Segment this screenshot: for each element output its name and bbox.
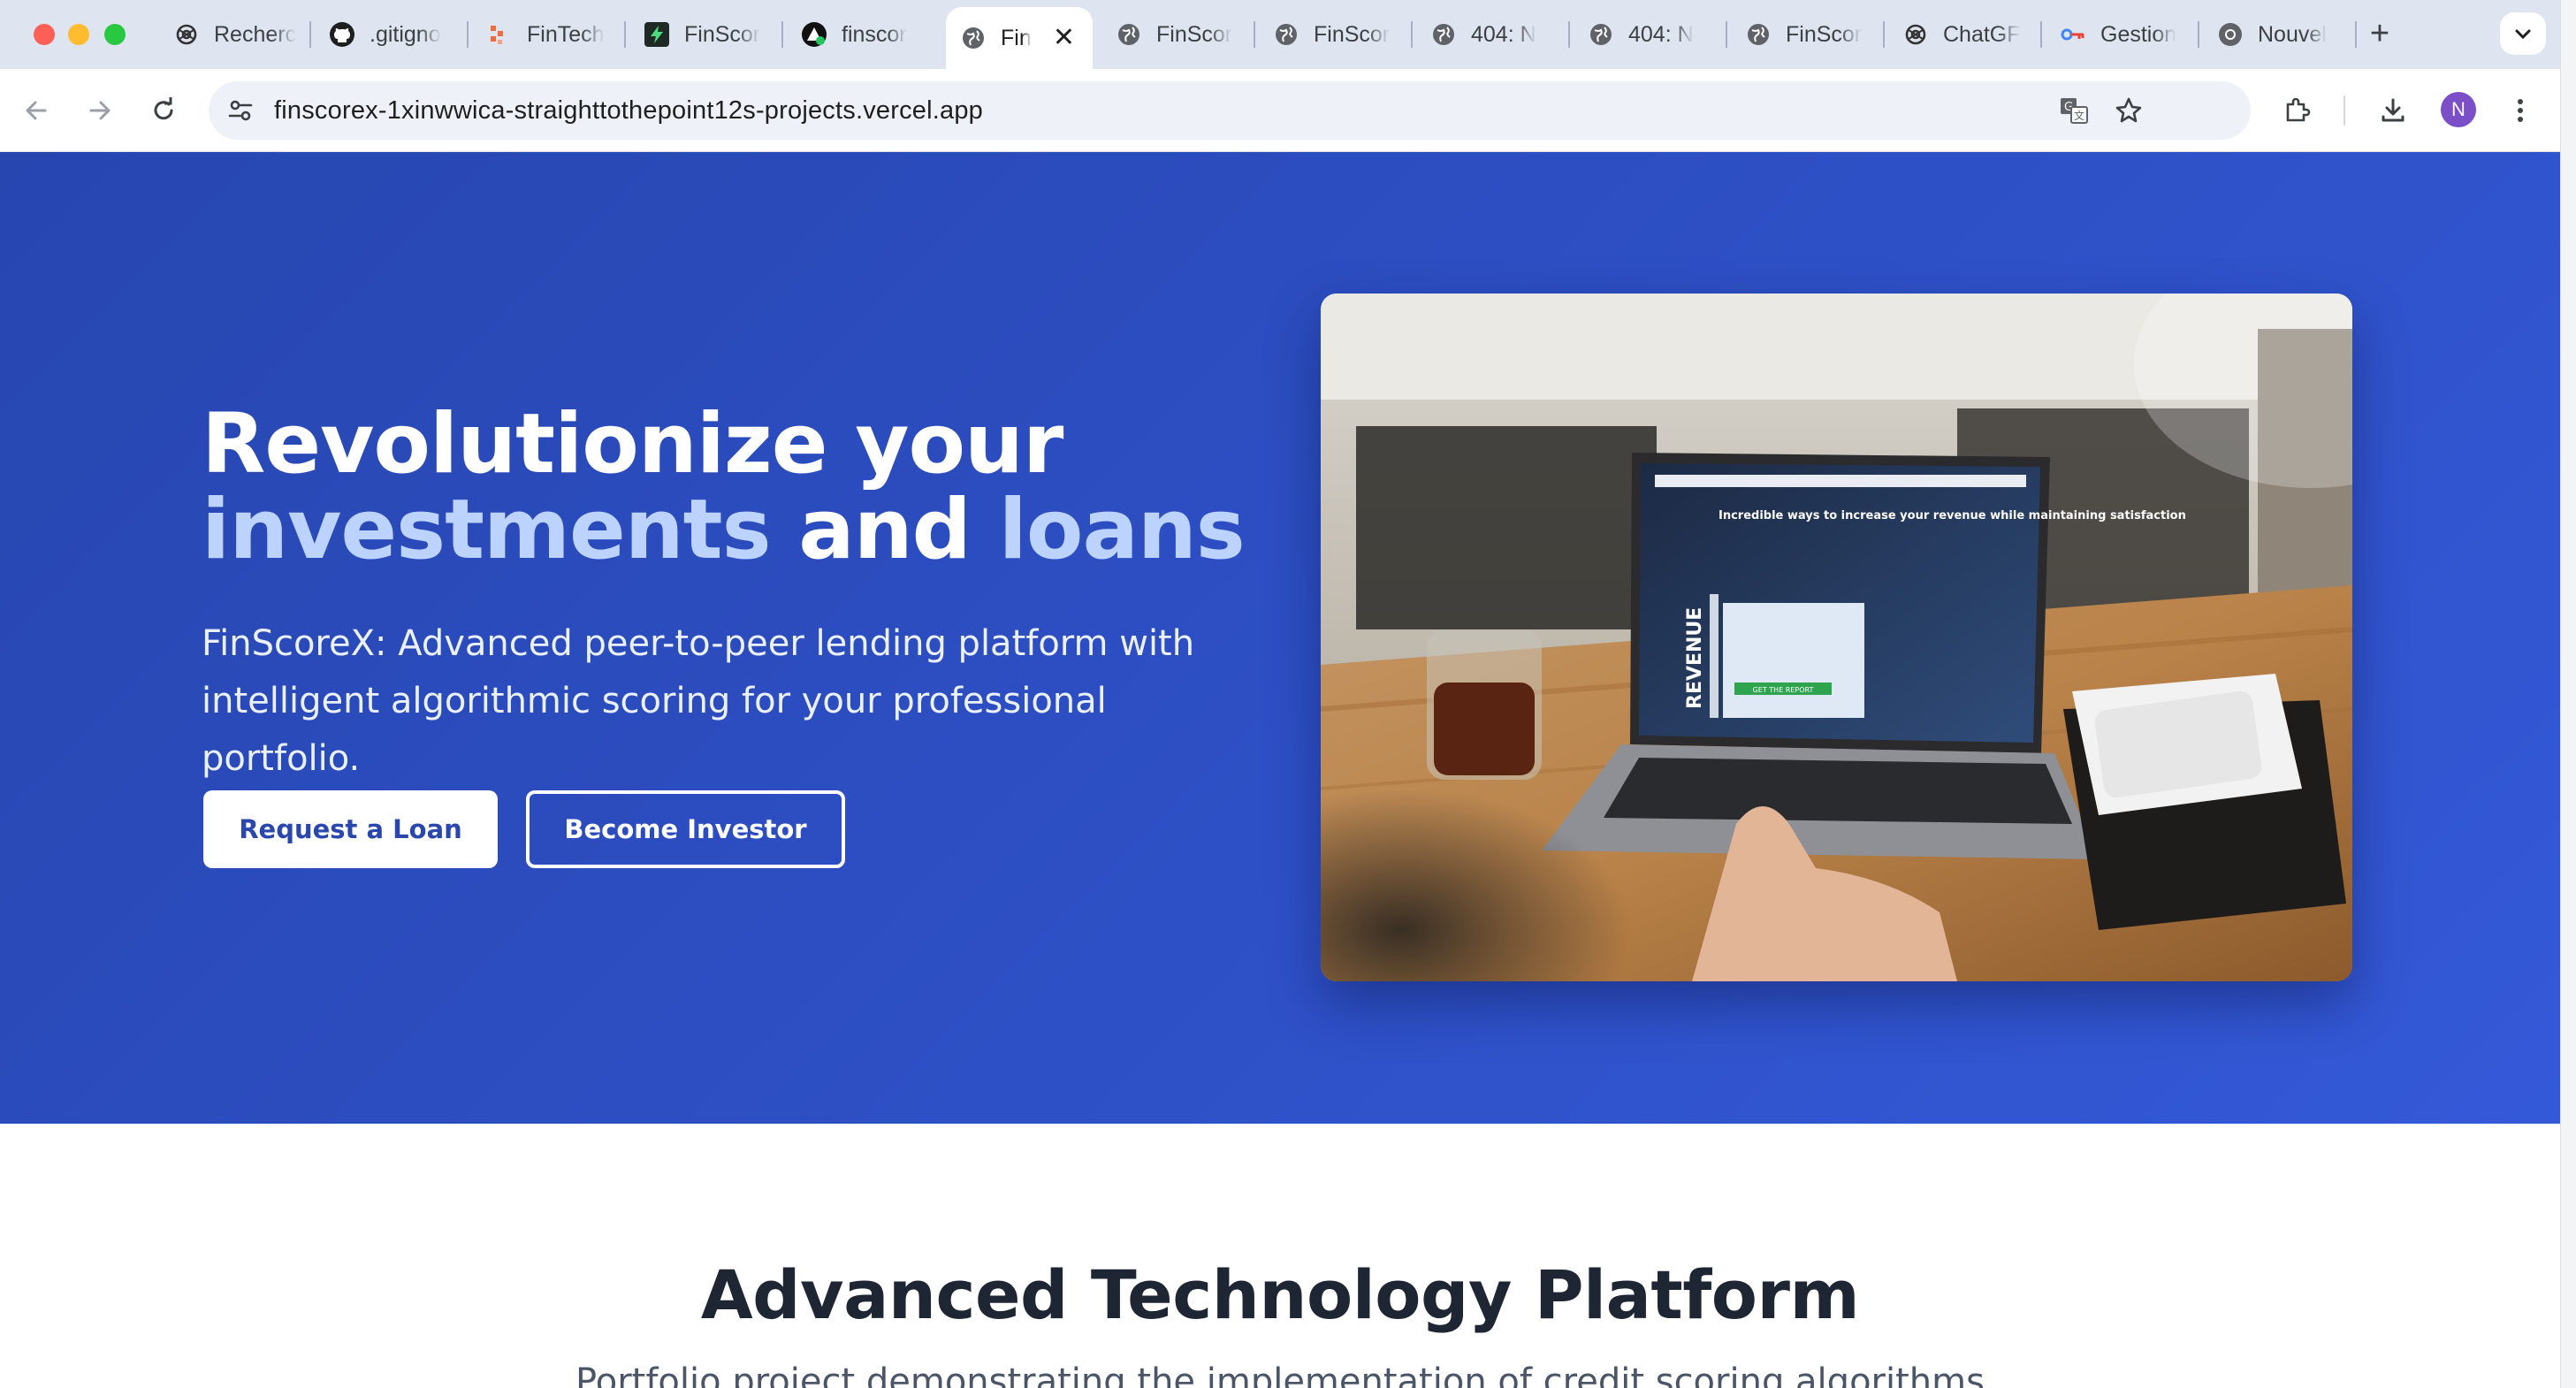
toolbar-separator xyxy=(2344,95,2345,126)
browser-tab[interactable]: 404: N xyxy=(1416,11,1566,58)
tab-title: 404: N xyxy=(1471,21,1536,47)
tab-title: FinScor xyxy=(684,21,761,47)
chatgpt-icon xyxy=(1902,21,1929,48)
become-investor-button[interactable]: Become Investor xyxy=(526,790,845,868)
tab-separator xyxy=(2040,21,2042,48)
address-bar[interactable]: finscorex-1xinwwica-straighttothepoint12… xyxy=(209,81,2251,140)
arrow-right-icon xyxy=(89,101,111,120)
download-icon xyxy=(2382,98,2405,122)
section-title: Advanced Technology Platform xyxy=(700,1255,1860,1334)
triangle-logo-icon xyxy=(801,21,827,48)
arrow-left-icon xyxy=(26,101,47,120)
tab-separator xyxy=(1568,21,1570,48)
tab-title: FinScor xyxy=(1156,21,1233,47)
hero-title: Revolutionize your investments and loans xyxy=(202,401,1351,573)
puzzle-icon xyxy=(2286,97,2311,122)
browser-tab[interactable]: finscor xyxy=(787,11,937,58)
globe-icon xyxy=(1116,21,1142,48)
tab-title: Fin xyxy=(1001,25,1032,50)
tab-strip: Recherc .gitigno FinTech FinScor finscor xyxy=(0,0,2560,69)
chrome-icon xyxy=(2217,21,2244,48)
tab-separator xyxy=(309,21,311,48)
browser-tab[interactable]: FinScor xyxy=(1259,11,1409,58)
kebab-menu-icon xyxy=(2518,99,2523,122)
key-icon xyxy=(2060,21,2086,48)
browser-tab[interactable]: 404: N xyxy=(1574,11,1724,58)
globe-icon xyxy=(960,25,987,51)
browser-toolbar: finscorex-1xinwwica-straighttothepoint12… xyxy=(0,69,2560,152)
forward-button[interactable] xyxy=(78,88,122,133)
browser-tab-active[interactable]: Fin ✕ xyxy=(946,7,1093,69)
hero-subtitle: FinScoreX: Advanced peer-to-peer lending… xyxy=(202,623,1195,779)
browser-tab[interactable]: Recherc xyxy=(159,11,308,58)
browser-tab[interactable]: Gestion xyxy=(2046,11,2196,58)
tab-separator xyxy=(2198,21,2199,48)
globe-icon xyxy=(1430,21,1457,48)
tab-separator xyxy=(1883,21,1885,48)
tab-separator xyxy=(2355,21,2357,48)
request-loan-button[interactable]: Request a Loan xyxy=(203,790,498,868)
browser-tab[interactable]: FinTech xyxy=(472,11,622,58)
browser-tab[interactable]: Nouvel xyxy=(2203,11,2353,58)
hero-image: Incredible ways to increase your revenue… xyxy=(1321,294,2352,981)
tab-title: FinScor xyxy=(1314,21,1391,47)
reload-button[interactable] xyxy=(141,88,186,133)
chatgpt-icon xyxy=(173,21,200,48)
close-window-button[interactable] xyxy=(34,24,55,45)
screen-cta: GET THE REPORT xyxy=(1753,686,1814,694)
tab-separator xyxy=(1726,21,1727,48)
new-tab-button[interactable]: + xyxy=(2362,15,2397,52)
translate-icon[interactable]: G文 xyxy=(2054,91,2093,130)
tab-title: Nouvel xyxy=(2258,21,2327,47)
globe-icon xyxy=(1273,21,1299,48)
hero-title-and: and xyxy=(770,482,999,578)
tab-title: Gestion xyxy=(2100,21,2177,47)
tab-title: finscor xyxy=(842,21,907,47)
bolt-icon xyxy=(644,21,670,48)
window-edge xyxy=(2560,0,2576,1388)
tab-title: ChatGF xyxy=(1943,21,2021,47)
hero-title-line1: Revolutionize your xyxy=(202,396,1063,492)
tab-title: .gitigno xyxy=(370,21,441,47)
globe-icon xyxy=(1588,21,1614,48)
tab-separator xyxy=(1254,21,1255,48)
tab-separator xyxy=(467,21,469,48)
back-button[interactable] xyxy=(14,88,58,133)
close-tab-icon[interactable]: ✕ xyxy=(1053,25,1075,51)
github-icon xyxy=(329,21,355,48)
screen-side-text: REVENUE xyxy=(1684,607,1706,709)
maximize-window-button[interactable] xyxy=(104,24,126,45)
section-subtitle: Portfolio project demonstrating the impl… xyxy=(575,1361,1985,1388)
tab-search-button[interactable] xyxy=(2500,12,2546,55)
hero-title-highlight-loans: loans xyxy=(998,482,1246,578)
svg-text:文: 文 xyxy=(2074,109,2084,122)
tab-title: FinTech xyxy=(527,21,605,47)
hero-section: Revolutionize your investments and loans… xyxy=(0,152,2560,1124)
hero-title-highlight-investments: investments xyxy=(202,482,772,578)
chevron-down-icon xyxy=(2515,29,2531,40)
tab-title: FinScor xyxy=(1786,21,1863,47)
globe-icon xyxy=(1745,21,1772,48)
bookmark-star-icon[interactable] xyxy=(2109,91,2148,130)
dots-logo-icon xyxy=(486,21,513,48)
browser-tab[interactable]: FinScor xyxy=(1101,11,1252,58)
browser-tab[interactable]: .gitigno xyxy=(315,11,465,58)
tab-separator xyxy=(781,21,783,48)
reload-icon xyxy=(154,97,173,120)
tab-separator xyxy=(624,21,626,48)
browser-tab[interactable]: FinScor xyxy=(629,11,780,58)
url-text: finscorex-1xinwwica-straighttothepoint12… xyxy=(274,95,984,125)
tab-title: Recherc xyxy=(214,21,297,47)
screen-headline: Incredible ways to increase your revenue… xyxy=(1719,509,2186,522)
extensions-button[interactable] xyxy=(2275,88,2320,133)
profile-avatar[interactable]: N xyxy=(2441,92,2476,127)
tab-separator xyxy=(1411,21,1413,48)
browser-menu-button[interactable] xyxy=(2498,88,2542,133)
downloads-button[interactable] xyxy=(2371,88,2415,133)
browser-tab[interactable]: ChatGF xyxy=(1888,11,2039,58)
site-settings-icon[interactable] xyxy=(221,91,260,130)
tab-title: 404: N xyxy=(1628,21,1694,47)
minimize-window-button[interactable] xyxy=(68,24,89,45)
browser-tab[interactable]: FinScor xyxy=(1731,11,1881,58)
